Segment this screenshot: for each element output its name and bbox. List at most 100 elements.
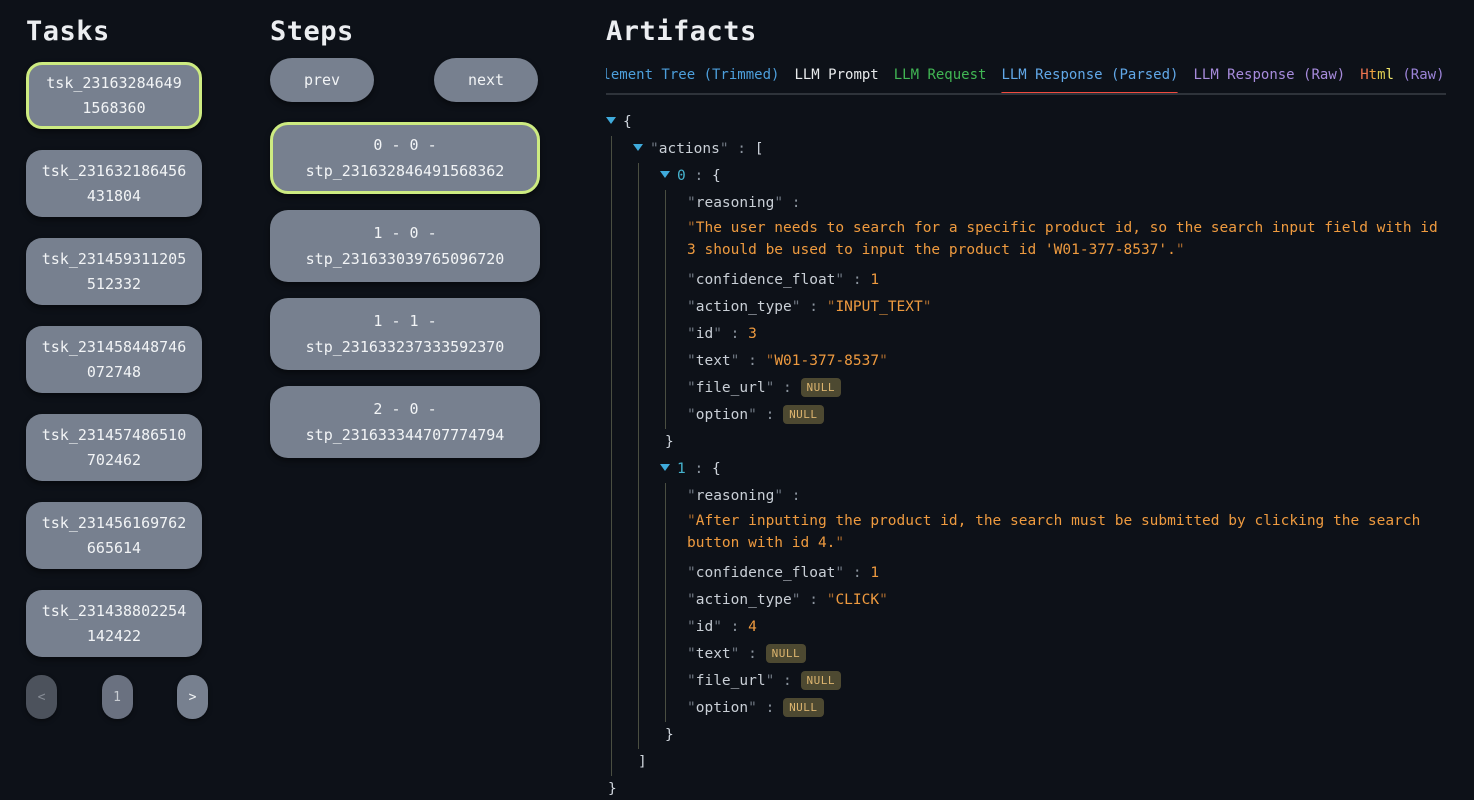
tasks-pagination: < 1 >	[26, 675, 208, 719]
json-children: "actions" : [0 : {"reasoning" : "The use…	[611, 136, 1466, 776]
json-quote: "	[687, 673, 696, 689]
task-button[interactable]: tsk_231438802254142422	[26, 590, 202, 657]
json-string-quote: "	[687, 513, 696, 529]
json-quote: "	[713, 326, 722, 342]
step-button[interactable]: 1 - 1 - stp_231633237333592370	[270, 298, 540, 370]
artifacts-title: Artifacts	[606, 12, 1466, 51]
json-colon: :	[729, 141, 755, 157]
tab-llm-response-parsed[interactable]: LLM Response (Parsed)	[1001, 67, 1178, 93]
json-key: id	[696, 326, 713, 342]
json-string-block: "The user needs to search for a specific…	[687, 217, 1443, 261]
step-nav: prev next	[270, 58, 538, 102]
json-colon: :	[686, 461, 712, 477]
task-button[interactable]: tsk_231456169762665614	[26, 502, 202, 569]
json-colon: :	[757, 700, 783, 716]
tasks-panel: Tasks tsk_231632846491568360 tsk_23163218…	[26, 0, 202, 678]
json-key: text	[696, 353, 731, 369]
tab-llm-prompt[interactable]: LLM Prompt	[794, 67, 878, 93]
json-string-quote: "	[923, 299, 932, 315]
json-colon: :	[722, 619, 748, 635]
collapse-arrow-icon[interactable]	[660, 171, 670, 178]
step-button[interactable]: 2 - 0 - stp_231633344707774794	[270, 386, 540, 458]
step-button[interactable]: 1 - 0 - stp_231633039765096720	[270, 210, 540, 282]
json-colon: :	[783, 488, 809, 504]
prev-page-button[interactable]: <	[26, 675, 57, 719]
json-quote: "	[687, 195, 696, 211]
tab-element-tree-trimmed[interactable]: Element Tree (Trimmed)	[606, 67, 779, 93]
tab-label-part: Element Tree (Trimmed)	[606, 67, 779, 83]
json-brace: }	[608, 781, 617, 797]
null-badge: NULL	[783, 698, 824, 717]
json-row: "text" : NULL	[687, 641, 1466, 668]
null-badge: NULL	[801, 378, 842, 397]
collapse-arrow-icon[interactable]	[606, 117, 616, 124]
task-button[interactable]: tsk_231632846491568360	[26, 62, 202, 129]
steps-prev-button[interactable]: prev	[270, 58, 374, 102]
json-key: option	[696, 407, 748, 423]
json-brace: ]	[638, 754, 647, 770]
json-string-quote: "	[879, 592, 888, 608]
json-value: 4	[748, 619, 757, 635]
json-quote: "	[720, 141, 729, 157]
task-button[interactable]: tsk_231459311205512332	[26, 238, 202, 305]
task-button[interactable]: tsk_231458448746072748	[26, 326, 202, 393]
json-row: "reasoning" :	[687, 483, 1466, 510]
artifacts-panel: Artifacts Element Tree (Trimmed) LLM Prom…	[606, 0, 1466, 800]
json-quote: "	[687, 700, 696, 716]
json-colon: :	[739, 353, 765, 369]
json-quote: "	[687, 592, 696, 608]
json-value: 1	[870, 565, 879, 581]
json-row: "confidence_float" : 1	[687, 560, 1466, 587]
json-value: 1	[870, 272, 879, 288]
tab-label-part: t	[1369, 67, 1377, 83]
json-key: actions	[659, 141, 720, 157]
json-quote: "	[713, 619, 722, 635]
step-button[interactable]: 0 - 0 - stp_231632846491568362	[270, 122, 540, 194]
json-row: "text" : "W01-377-8537"	[687, 348, 1466, 375]
step-list: 0 - 0 - stp_231632846491568362 1 - 0 - st…	[270, 122, 540, 458]
json-colon: :	[774, 380, 800, 396]
json-row: 1 : {	[660, 456, 1466, 483]
task-button[interactable]: tsk_231632186456431804	[26, 150, 202, 217]
null-badge: NULL	[783, 405, 824, 424]
tab-llm-response-raw[interactable]: LLM Response (Raw)	[1193, 67, 1345, 93]
tab-llm-request[interactable]: LLM Request	[894, 67, 987, 93]
json-quote: "	[835, 272, 844, 288]
json-index: 1	[677, 461, 686, 477]
json-quote: "	[687, 565, 696, 581]
tab-html-raw[interactable]: Html (Raw)	[1360, 67, 1444, 93]
json-quote: "	[835, 565, 844, 581]
json-quote: "	[687, 619, 696, 635]
steps-next-button[interactable]: next	[434, 58, 538, 102]
json-key: option	[696, 700, 748, 716]
page-number-button[interactable]: 1	[102, 675, 133, 719]
json-string-quote: "	[687, 220, 696, 236]
tab-label-part: H	[1360, 67, 1368, 83]
json-brace: }	[665, 727, 674, 743]
json-brace: }	[665, 434, 674, 450]
next-page-button[interactable]: >	[177, 675, 208, 719]
json-string-block: "After inputting the product id, the sea…	[687, 510, 1443, 554]
json-quote: "	[792, 592, 801, 608]
null-badge: NULL	[766, 644, 807, 663]
json-quote: "	[766, 673, 775, 689]
json-quote: "	[687, 299, 696, 315]
json-row: "action_type" : "INPUT_TEXT"	[687, 294, 1466, 321]
json-quote: "	[766, 380, 775, 396]
json-row: "file_url" : NULL	[687, 375, 1466, 402]
json-colon: :	[844, 272, 870, 288]
json-colon: :	[844, 565, 870, 581]
tasks-title: Tasks	[26, 12, 202, 51]
task-button[interactable]: tsk_231457486510702462	[26, 414, 202, 481]
json-row: "actions" : [	[633, 136, 1466, 163]
json-key: id	[696, 619, 713, 635]
collapse-arrow-icon[interactable]	[660, 464, 670, 471]
json-key: confidence_float	[696, 272, 836, 288]
tab-label-part: LLM Response (Parsed)	[1001, 67, 1178, 83]
json-colon: :	[757, 407, 783, 423]
json-key: confidence_float	[696, 565, 836, 581]
json-tree-viewer: { "actions" : [0 : {"reasoning" : "The us…	[606, 109, 1466, 800]
json-brace: {	[623, 114, 632, 130]
collapse-arrow-icon[interactable]	[633, 144, 643, 151]
json-string-quote: "	[879, 353, 888, 369]
